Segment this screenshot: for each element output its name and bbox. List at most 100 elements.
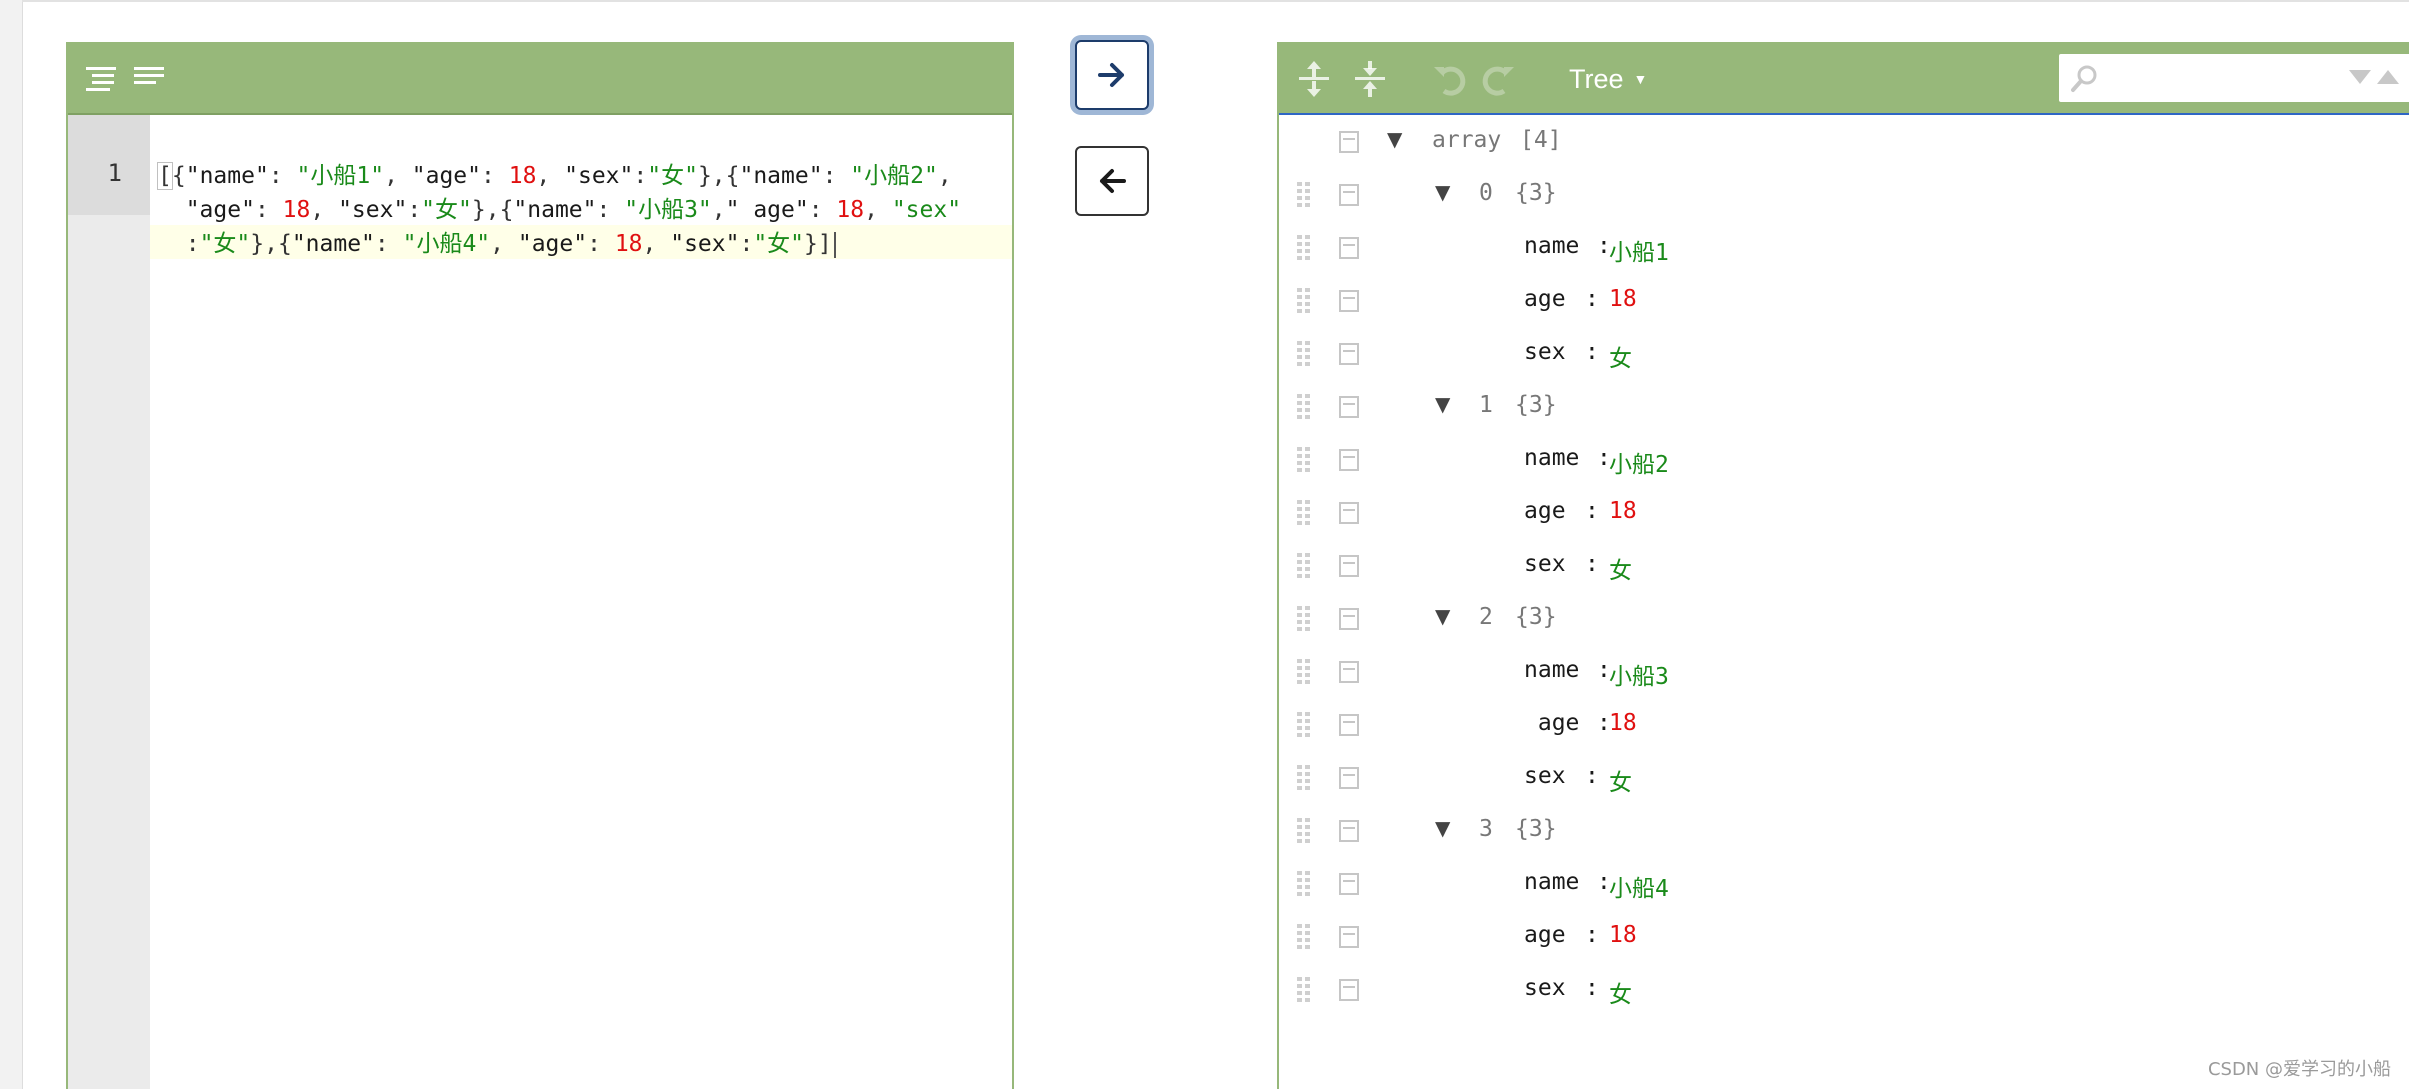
undo-icon [1434, 66, 1466, 96]
drag-handle-icon[interactable] [1297, 659, 1311, 685]
drag-handle-icon[interactable] [1297, 553, 1311, 579]
expand-toggle-icon[interactable]: ▼ [1387, 127, 1402, 151]
field-value[interactable]: 女 [1609, 339, 1632, 373]
mode-selector-button[interactable]: Tree ▼ [1569, 60, 1647, 98]
copy-to-left-button[interactable] [1075, 146, 1149, 216]
context-menu-button[interactable] [1339, 661, 1359, 683]
compact-json-button[interactable] [128, 59, 170, 99]
tree-row-item-1[interactable]: ▼ 1 {3} [1279, 380, 2409, 433]
field-value[interactable]: 18 [1609, 922, 1637, 948]
expand-toggle-icon[interactable]: ▼ [1435, 816, 1450, 840]
context-menu-button[interactable] [1339, 502, 1359, 524]
field-value[interactable]: 小船1 [1609, 233, 1669, 267]
field-value[interactable]: 18 [1609, 498, 1637, 524]
field-value[interactable]: 女 [1609, 551, 1632, 585]
tree-row-field[interactable]: age:18 [1279, 910, 2409, 963]
tree-row-field[interactable]: name: 小船2 [1279, 433, 2409, 486]
tree-row-field[interactable]: age:18 [1279, 486, 2409, 539]
format-json-button[interactable] [80, 59, 122, 99]
search-previous-button[interactable] [2377, 70, 2399, 84]
drag-handle-icon[interactable] [1297, 235, 1311, 261]
field-key[interactable]: name [1524, 869, 1579, 895]
field-key[interactable]: age [1524, 710, 1580, 736]
drag-handle-icon[interactable] [1297, 606, 1311, 632]
tree-row-field[interactable]: sex: 女 [1279, 963, 2409, 1016]
expand-toggle-icon[interactable]: ▼ [1435, 392, 1450, 416]
code-number: 18 [282, 197, 311, 223]
context-menu-button[interactable] [1339, 926, 1359, 948]
context-menu-button[interactable] [1339, 608, 1359, 630]
undo-button[interactable] [1429, 58, 1471, 100]
context-menu-button[interactable] [1339, 237, 1359, 259]
tree-row-field[interactable]: name: 小船4 [1279, 857, 2409, 910]
drag-handle-icon[interactable] [1297, 447, 1311, 473]
field-value[interactable]: 18 [1609, 710, 1637, 736]
tree-row-field[interactable]: sex: 女 [1279, 327, 2409, 380]
redo-button[interactable] [1477, 58, 1519, 100]
field-key[interactable]: sex [1524, 339, 1566, 365]
context-menu-button[interactable] [1339, 343, 1359, 365]
tree-row-item-3[interactable]: ▼ 3 {3} [1279, 804, 2409, 857]
drag-handle-icon[interactable] [1297, 394, 1311, 420]
context-menu-button[interactable] [1339, 184, 1359, 206]
search-input[interactable] [2101, 60, 2305, 96]
code-text-area[interactable]: [{"name": "小船1", "age": 18, "sex":"女"},{… [150, 115, 1012, 1089]
drag-handle-icon[interactable] [1297, 288, 1311, 314]
field-key[interactable]: sex [1524, 551, 1566, 577]
tree-row-field[interactable]: sex: 女 [1279, 751, 2409, 804]
search-next-button[interactable] [2349, 70, 2371, 84]
tree-row-field[interactable]: name: 小船1 [1279, 221, 2409, 274]
field-key[interactable]: age [1524, 286, 1566, 312]
context-menu-button[interactable] [1339, 979, 1359, 1001]
field-key[interactable]: name [1524, 445, 1579, 471]
code-key: "name" [291, 231, 375, 257]
tree-row-field[interactable]: sex: 女 [1279, 539, 2409, 592]
tree-row-field[interactable]: age:18 [1279, 274, 2409, 327]
drag-handle-icon[interactable] [1297, 977, 1311, 1003]
drag-handle-icon[interactable] [1297, 924, 1311, 950]
field-key[interactable]: sex [1524, 975, 1566, 1001]
field-value[interactable]: 小船4 [1609, 869, 1669, 903]
context-menu-button[interactable] [1339, 396, 1359, 418]
context-menu-button[interactable] [1339, 290, 1359, 312]
drag-handle-icon[interactable] [1297, 818, 1311, 844]
expand-toggle-icon[interactable]: ▼ [1435, 604, 1450, 628]
field-key[interactable]: name [1524, 233, 1579, 259]
context-menu-button[interactable] [1339, 714, 1359, 736]
drag-handle-icon[interactable] [1297, 341, 1311, 367]
tree-row-item-2[interactable]: ▼ 2 {3} [1279, 592, 2409, 645]
copy-to-right-button[interactable] [1075, 40, 1149, 110]
context-menu-button[interactable] [1339, 555, 1359, 577]
node-index: 0 [1479, 180, 1493, 206]
collapse-all-icon [1355, 61, 1385, 97]
code-string: "女" [647, 163, 698, 189]
context-menu-button[interactable] [1339, 131, 1359, 153]
code-punctuation: , [490, 231, 518, 257]
drag-handle-icon[interactable] [1297, 500, 1311, 526]
watermark: CSDN @爱学习的小船 [2207, 1059, 2391, 1080]
field-value[interactable]: 小船2 [1609, 445, 1669, 479]
drag-handle-icon[interactable] [1297, 871, 1311, 897]
field-value[interactable]: 女 [1609, 975, 1632, 1009]
context-menu-button[interactable] [1339, 449, 1359, 471]
field-value[interactable]: 小船3 [1609, 657, 1669, 691]
field-value[interactable]: 18 [1609, 286, 1637, 312]
context-menu-button[interactable] [1339, 820, 1359, 842]
collapse-all-button[interactable] [1349, 58, 1391, 100]
expand-all-button[interactable] [1293, 58, 1335, 100]
field-key[interactable]: sex [1524, 763, 1566, 789]
tree-row-field[interactable]: age:18 [1279, 698, 2409, 751]
field-value[interactable]: 女 [1609, 763, 1632, 797]
tree-row-field[interactable]: name: 小船3 [1279, 645, 2409, 698]
tree-row-item-0[interactable]: ▼ 0 {3} [1279, 168, 2409, 221]
context-menu-button[interactable] [1339, 873, 1359, 895]
field-key[interactable]: age [1524, 498, 1566, 524]
expand-toggle-icon[interactable]: ▼ [1435, 180, 1450, 204]
field-key[interactable]: age [1524, 922, 1566, 948]
field-key[interactable]: name [1524, 657, 1579, 683]
context-menu-button[interactable] [1339, 767, 1359, 789]
drag-handle-icon[interactable] [1297, 765, 1311, 791]
drag-handle-icon[interactable] [1297, 712, 1311, 738]
tree-row-root[interactable]: ▼ array [4] [1279, 115, 2409, 168]
drag-handle-icon[interactable] [1297, 182, 1311, 208]
